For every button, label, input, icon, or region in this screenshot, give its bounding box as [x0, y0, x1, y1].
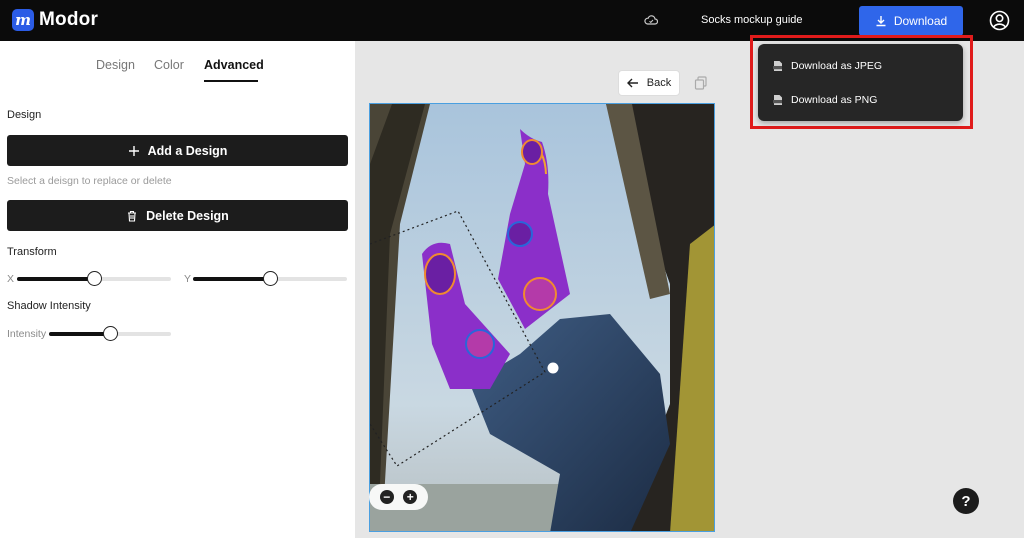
plus-icon: [128, 145, 139, 156]
add-design-label: Add a Design: [147, 143, 228, 158]
zoom-out-button[interactable]: −: [379, 490, 394, 504]
y-slider-fill: [193, 277, 270, 281]
x-slider-thumb[interactable]: [87, 271, 102, 286]
tab-color[interactable]: Color: [154, 58, 184, 72]
copy-icon[interactable]: [694, 76, 708, 90]
delete-design-button[interactable]: Delete Design: [7, 200, 348, 231]
zoom-in-button[interactable]: +: [403, 490, 418, 504]
logo-text: Modor: [39, 9, 99, 30]
png-file-icon: [773, 95, 782, 105]
x-slider-fill: [17, 277, 94, 281]
settings-panel: Design Color Advanced Design Add a Desig…: [0, 41, 355, 538]
user-account-icon[interactable]: [989, 10, 1010, 31]
active-tab-indicator: [204, 80, 258, 82]
panel-tabs: Design Color Advanced: [0, 58, 355, 82]
design-hint-text: Select a deisgn to replace or delete: [7, 175, 172, 187]
download-png-label: Download as PNG: [791, 94, 878, 106]
intensity-slider-thumb[interactable]: [103, 326, 118, 341]
socks-mockup-guide-link[interactable]: Socks mockup guide: [701, 14, 803, 26]
help-button[interactable]: ?: [953, 488, 979, 514]
app-logo[interactable]: m Modor: [12, 9, 98, 31]
back-button-label: Back: [646, 77, 672, 89]
arrow-left-icon: [626, 78, 638, 88]
y-slider-thumb[interactable]: [263, 271, 278, 286]
download-png-item[interactable]: Download as PNG: [758, 85, 963, 115]
intensity-slider-label: Intensity: [7, 328, 47, 340]
x-position-slider[interactable]: [17, 271, 171, 286]
delete-design-label: Delete Design: [146, 208, 229, 223]
logo-mark: m: [12, 9, 34, 31]
y-slider-label: Y: [184, 273, 192, 285]
back-button[interactable]: Back: [618, 70, 680, 96]
design-section-label: Design: [7, 109, 42, 121]
intensity-slider-fill: [49, 332, 110, 336]
download-button-label: Download: [893, 14, 948, 28]
download-jpeg-item[interactable]: Download as JPEG: [758, 51, 963, 81]
download-menu: Download as JPEG Download as PNG: [758, 44, 963, 121]
trash-icon: [128, 210, 137, 222]
add-design-button[interactable]: Add a Design: [7, 135, 348, 166]
shadow-intensity-slider[interactable]: [49, 326, 171, 341]
download-icon: [876, 16, 886, 27]
transform-label: Transform: [7, 246, 57, 258]
y-position-slider[interactable]: [193, 271, 347, 286]
download-jpeg-label: Download as JPEG: [791, 60, 883, 72]
download-button[interactable]: Download: [859, 6, 963, 36]
x-slider-label: X: [7, 273, 15, 285]
socks-photo: [370, 104, 714, 531]
jpeg-file-icon: [773, 61, 782, 71]
zoom-controls: − +: [369, 484, 428, 510]
tab-advanced[interactable]: Advanced: [204, 58, 264, 72]
mockup-preview-image[interactable]: [369, 103, 715, 532]
cloud-icon[interactable]: [644, 14, 658, 26]
tab-design[interactable]: Design: [96, 58, 135, 72]
shadow-intensity-label: Shadow Intensity: [7, 300, 91, 312]
